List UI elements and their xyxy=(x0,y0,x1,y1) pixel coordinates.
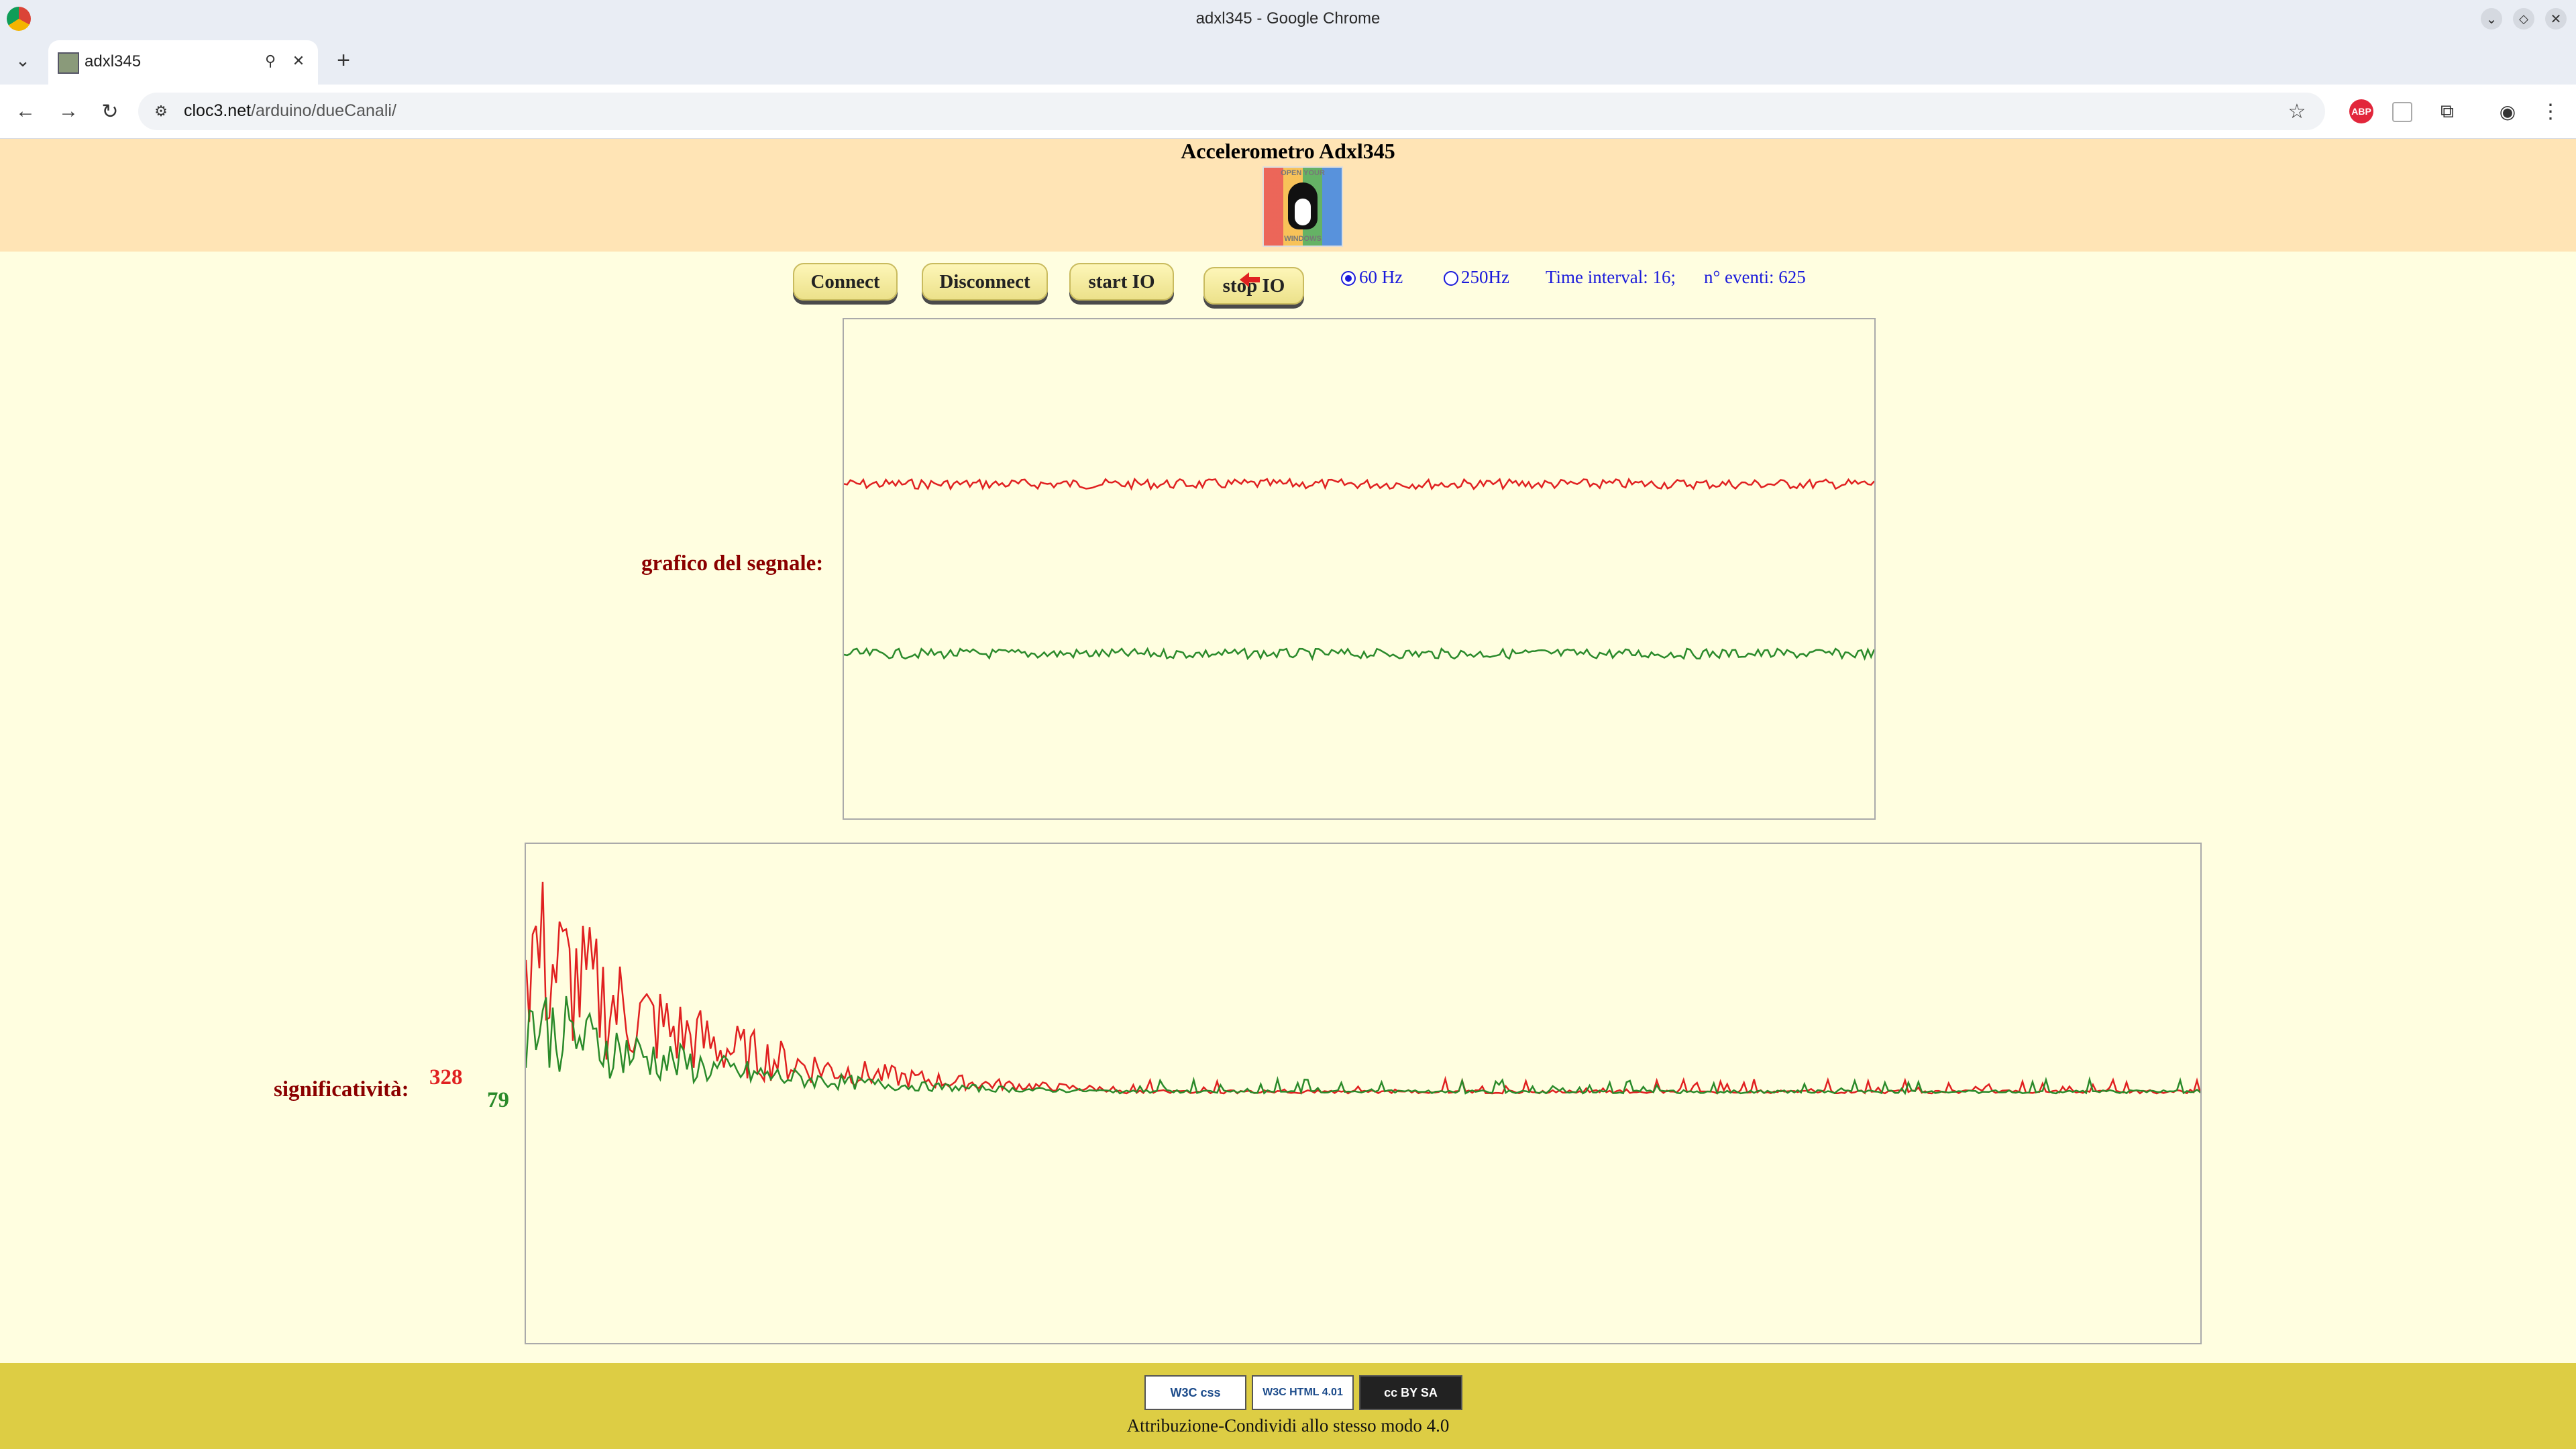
back-icon[interactable]: ← xyxy=(12,98,39,125)
time-interval: Time interval: 16; xyxy=(1546,267,1676,287)
tab-search-icon[interactable]: ⌄ xyxy=(9,47,36,74)
cursor-arrow-icon xyxy=(1240,272,1260,287)
new-tab-icon[interactable]: + xyxy=(330,47,357,74)
forward-icon[interactable]: → xyxy=(55,98,82,125)
menu-icon[interactable]: ⋮ xyxy=(2537,98,2564,125)
disconnect-button[interactable]: Disconnect xyxy=(922,263,1048,301)
signal-series-red xyxy=(843,477,1875,491)
tab-adxl345[interactable]: adxl345 ⚲ ✕ xyxy=(48,40,318,85)
signal-label: grafico del segnale: xyxy=(641,551,824,576)
maximize-icon[interactable]: ◇ xyxy=(2513,8,2534,30)
pin-icon[interactable]: ⚲ xyxy=(260,51,280,71)
radio-250hz-label: 250Hz xyxy=(1461,267,1509,287)
address-bar[interactable]: ⚙ cloc3.net/arduino/dueCanali/ ☆ xyxy=(138,93,2325,130)
logo-text-top: OPEN YOUR xyxy=(1281,169,1325,177)
favicon-icon xyxy=(58,52,79,74)
window-titlebar: adxl345 - Google Chrome ⌄ ◇ ✕ xyxy=(0,0,2576,38)
penguin-icon xyxy=(1288,182,1318,229)
bookmark-star-icon[interactable]: ☆ xyxy=(2285,99,2309,123)
cc-license-badge[interactable]: cc BY SA xyxy=(1359,1375,1462,1410)
close-tab-icon[interactable]: ✕ xyxy=(288,51,309,71)
address-domain: cloc3.net xyxy=(184,101,252,120)
minimize-icon[interactable]: ⌄ xyxy=(2481,8,2502,30)
adblock-icon[interactable]: ABP xyxy=(2349,99,2373,123)
puzzle-icon[interactable]: ⧉ xyxy=(2434,98,2461,125)
logo-text-bottom: WINDOWS xyxy=(1284,235,1322,243)
radio-60hz-label: 60 Hz xyxy=(1359,267,1403,287)
w3c-css-badge[interactable]: W3C css xyxy=(1144,1375,1246,1410)
address-path: /arduino/dueCanali/ xyxy=(251,101,396,120)
reload-icon[interactable]: ↻ xyxy=(97,98,123,125)
event-count: n° eventi: 625 xyxy=(1704,267,1806,287)
signal-series-green xyxy=(843,647,1876,661)
significance-chart-svg xyxy=(525,881,2202,1095)
profile-icon[interactable]: ◉ xyxy=(2494,98,2521,125)
license-text: Attribuzione-Condividi allo stesso modo … xyxy=(1126,1415,1450,1436)
site-info-icon[interactable]: ⚙ xyxy=(150,101,172,122)
significance-green-value: 79 xyxy=(487,1088,509,1112)
extension-icon[interactable] xyxy=(2392,102,2412,122)
significance-series-green xyxy=(525,996,2201,1095)
connect-button[interactable]: Connect xyxy=(793,263,898,301)
significance-red-value: 328 xyxy=(429,1065,463,1089)
tab-title: adxl345 xyxy=(85,52,142,70)
open-your-windows-logo: OPEN YOUR WINDOWS xyxy=(1263,166,1343,247)
radio-60hz[interactable] xyxy=(1341,271,1356,286)
significance-chart xyxy=(525,843,2202,1344)
close-window-icon[interactable]: ✕ xyxy=(2545,8,2567,30)
w3c-html-badge[interactable]: W3C HTML 4.01 xyxy=(1252,1375,1354,1410)
significance-label: significatività: xyxy=(274,1077,409,1102)
tab-strip: ⌄ xyxy=(0,38,2576,85)
window-title: adxl345 - Google Chrome xyxy=(1195,9,1381,28)
page-title: Accelerometro Adxl345 xyxy=(1181,139,1395,163)
significance-series-red xyxy=(525,881,2202,1095)
start-io-button[interactable]: start IO xyxy=(1069,263,1174,301)
signal-chart-svg xyxy=(843,477,1876,661)
radio-250hz[interactable] xyxy=(1444,271,1458,286)
signal-chart xyxy=(843,318,1876,820)
